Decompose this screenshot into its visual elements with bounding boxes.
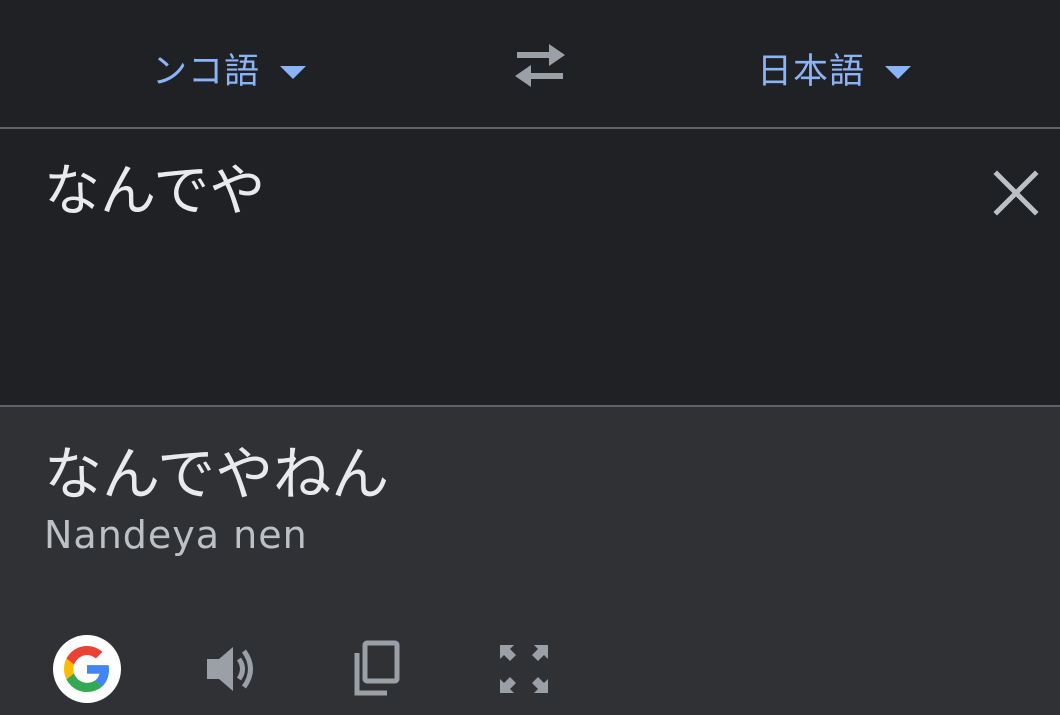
source-text[interactable]: なんでや	[44, 157, 265, 227]
caret-down-icon	[280, 65, 307, 79]
romanization-text: Nandeya nen	[44, 513, 308, 557]
fullscreen-button[interactable]	[489, 634, 559, 704]
swap-arrows-icon	[515, 44, 565, 87]
caret-down-icon	[885, 65, 912, 79]
language-bar: ンコ語 日本語	[0, 0, 1060, 129]
translation-output-area: なんでやねん Nandeya nen	[0, 407, 1060, 715]
target-language-selector[interactable]: 日本語	[757, 40, 912, 96]
close-icon	[993, 170, 1039, 216]
target-language-label: 日本語	[757, 51, 866, 92]
translation-text: なんでやねん	[44, 440, 390, 508]
translate-app: ンコ語 日本語 なんでや なんでやねん Nandeya nen	[0, 0, 1060, 715]
copy-button[interactable]	[340, 634, 410, 704]
fullscreen-icon	[500, 645, 548, 693]
clear-input-button[interactable]	[990, 167, 1042, 219]
source-text-area[interactable]: なんでや	[0, 129, 1060, 407]
copy-icon	[354, 640, 400, 696]
source-language-selector[interactable]: ンコ語	[152, 40, 307, 96]
google-logo-icon	[53, 635, 121, 703]
source-language-label: ンコ語	[152, 51, 261, 92]
listen-button[interactable]	[195, 634, 265, 704]
google-button[interactable]	[52, 634, 122, 704]
swap-languages-button[interactable]	[509, 40, 571, 92]
speaker-icon	[207, 647, 253, 691]
